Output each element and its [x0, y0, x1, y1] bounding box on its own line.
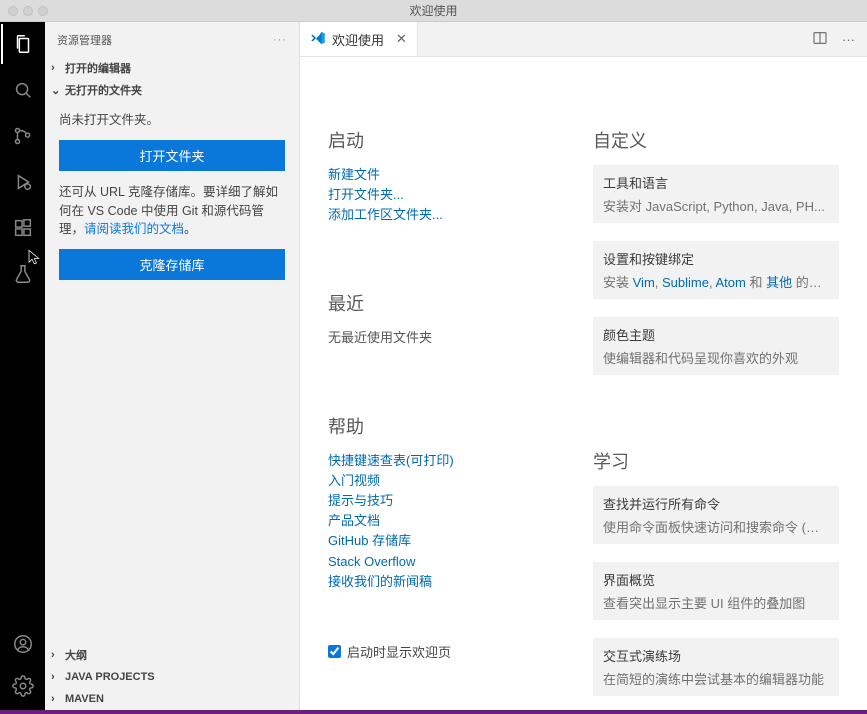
tab-label: 欢迎使用 — [332, 30, 384, 49]
card-title: 交互式演练场 — [603, 646, 829, 665]
text: 和 — [746, 275, 766, 290]
sidebar-more-icon[interactable]: ··· — [273, 34, 287, 46]
card-tools-lang[interactable]: 工具和语言 安装对 JavaScript, Python, Java, PH..… — [593, 165, 839, 223]
link-open-folder[interactable]: 打开文件夹... — [328, 185, 563, 205]
section-maven[interactable]: › MAVEN — [45, 688, 299, 710]
section-label: JAVA PROJECTS — [65, 671, 155, 683]
card-title: 颜色主题 — [603, 325, 829, 344]
link-add-workspace[interactable]: 添加工作区文件夹... — [328, 205, 563, 225]
chevron-down-icon: ⌄ — [51, 84, 65, 97]
chevron-right-icon: › — [51, 693, 65, 705]
title-bar: 欢迎使用 — [0, 0, 867, 22]
split-editor-icon[interactable] — [812, 30, 828, 49]
section-label: MAVEN — [65, 693, 104, 705]
run-debug-icon[interactable] — [11, 170, 35, 194]
settings-gear-icon[interactable] — [11, 674, 35, 698]
chevron-right-icon: › — [51, 62, 65, 74]
close-window-icon[interactable] — [8, 6, 18, 16]
card-sub: 使用命令面板快速访问和搜索命令 (⇧... — [603, 517, 829, 536]
link-other[interactable]: 其他 — [766, 275, 792, 290]
read-docs-link[interactable]: 请阅读我们的文档 — [84, 222, 184, 236]
learn-title: 学习 — [593, 448, 839, 474]
chevron-right-icon: › — [51, 671, 65, 683]
card-keybindings[interactable]: 设置和按键绑定 安装 Vim, Sublime, Atom 和 其他 的设... — [593, 241, 839, 299]
testing-icon[interactable] — [11, 262, 35, 286]
show-on-startup-checkbox[interactable] — [328, 645, 341, 658]
section-label: 大纲 — [65, 647, 87, 663]
card-sub: 安装对 JavaScript, Python, Java, PH... — [603, 196, 829, 215]
card-title: 设置和按键绑定 — [603, 249, 829, 268]
link-github[interactable]: GitHub 存储库 — [328, 531, 563, 551]
section-label: 打开的编辑器 — [65, 60, 131, 76]
card-color-theme[interactable]: 颜色主题 使编辑器和代码呈现你喜欢的外观 — [593, 317, 839, 375]
no-folder-body: 尚未打开文件夹。 打开文件夹 还可从 URL 克隆存储库。要详细了解如何在 VS… — [45, 101, 299, 306]
section-no-folder[interactable]: ⌄ 无打开的文件夹 — [45, 79, 299, 101]
link-intro-videos[interactable]: 入门视频 — [328, 471, 563, 491]
accounts-icon[interactable] — [11, 632, 35, 656]
status-bar — [0, 710, 867, 714]
clone-desc-end: 。 — [184, 222, 197, 236]
sidebar-header: 资源管理器 ··· — [45, 22, 299, 57]
no-folder-msg: 尚未打开文件夹。 — [59, 111, 285, 130]
section-java-projects[interactable]: › JAVA PROJECTS — [45, 666, 299, 688]
link-sublime[interactable]: Sublime — [662, 275, 709, 290]
recent-title: 最近 — [328, 290, 563, 316]
open-folder-button[interactable]: 打开文件夹 — [59, 140, 285, 171]
section-outline[interactable]: › 大纲 — [45, 644, 299, 666]
card-sub: 查看突出显示主要 UI 组件的叠加图 — [603, 593, 829, 612]
link-tips[interactable]: 提示与技巧 — [328, 491, 563, 511]
card-sub: 在简短的演练中尝试基本的编辑器功能 — [603, 669, 829, 688]
card-title: 查找并运行所有命令 — [603, 494, 829, 513]
traffic-lights — [8, 6, 48, 16]
start-title: 启动 — [328, 127, 563, 153]
editor-area: 欢迎使用 ✕ ··· 启动 新建文件 打开文件夹... 添加工作区文件夹... … — [300, 22, 867, 710]
section-label: 无打开的文件夹 — [65, 82, 142, 98]
card-title: 界面概览 — [603, 570, 829, 589]
card-sub: 使编辑器和代码呈现你喜欢的外观 — [603, 348, 829, 367]
section-open-editors[interactable]: › 打开的编辑器 — [45, 57, 299, 79]
clone-repo-button[interactable]: 克隆存储库 — [59, 249, 285, 280]
minimize-window-icon[interactable] — [23, 6, 33, 16]
customize-title: 自定义 — [593, 127, 839, 153]
window-title: 欢迎使用 — [0, 2, 867, 19]
link-cheatsheet[interactable]: 快捷键速查表(可打印) — [328, 451, 563, 471]
sidebar-title: 资源管理器 — [57, 32, 112, 48]
card-sub: 安装 Vim, Sublime, Atom 和 其他 的设... — [603, 272, 829, 291]
chevron-right-icon: › — [51, 649, 65, 661]
help-title: 帮助 — [328, 413, 563, 439]
card-overview[interactable]: 界面概览 查看突出显示主要 UI 组件的叠加图 — [593, 562, 839, 620]
activity-bar — [0, 22, 45, 710]
close-tab-icon[interactable]: ✕ — [396, 31, 407, 47]
card-commands[interactable]: 查找并运行所有命令 使用命令面板快速访问和搜索命令 (⇧... — [593, 486, 839, 544]
link-docs[interactable]: 产品文档 — [328, 511, 563, 531]
tab-bar: 欢迎使用 ✕ ··· — [300, 22, 867, 57]
link-vim[interactable]: Vim — [633, 275, 655, 290]
card-playground[interactable]: 交互式演练场 在简短的演练中尝试基本的编辑器功能 — [593, 638, 839, 696]
clone-desc: 还可从 URL 克隆存储库。要详细了解如何在 VS Code 中使用 Git 和… — [59, 183, 285, 239]
link-atom[interactable]: Atom — [716, 275, 746, 290]
editor-more-icon[interactable]: ··· — [842, 32, 855, 47]
sidebar: 资源管理器 ··· › 打开的编辑器 ⌄ 无打开的文件夹 尚未打开文件夹。 打开… — [45, 22, 300, 710]
text: 的设... — [792, 275, 829, 290]
zoom-window-icon[interactable] — [38, 6, 48, 16]
vscode-logo-icon — [310, 30, 326, 49]
welcome-page: 启动 新建文件 打开文件夹... 添加工作区文件夹... 最近 无最近使用文件夹… — [300, 57, 867, 710]
show-on-startup-row[interactable]: 启动时显示欢迎页 — [328, 642, 563, 661]
text: 安装 — [603, 275, 633, 290]
link-new-file[interactable]: 新建文件 — [328, 165, 563, 185]
search-icon[interactable] — [11, 78, 35, 102]
show-on-startup-label: 启动时显示欢迎页 — [347, 642, 451, 661]
tab-welcome[interactable]: 欢迎使用 ✕ — [300, 22, 418, 56]
card-title: 工具和语言 — [603, 173, 829, 192]
recent-none: 无最近使用文件夹 — [328, 328, 563, 348]
extensions-icon[interactable] — [11, 216, 35, 240]
link-newsletter[interactable]: 接收我们的新闻稿 — [328, 572, 563, 592]
explorer-icon[interactable] — [11, 32, 35, 56]
link-stackoverflow[interactable]: Stack Overflow — [328, 552, 563, 572]
source-control-icon[interactable] — [11, 124, 35, 148]
